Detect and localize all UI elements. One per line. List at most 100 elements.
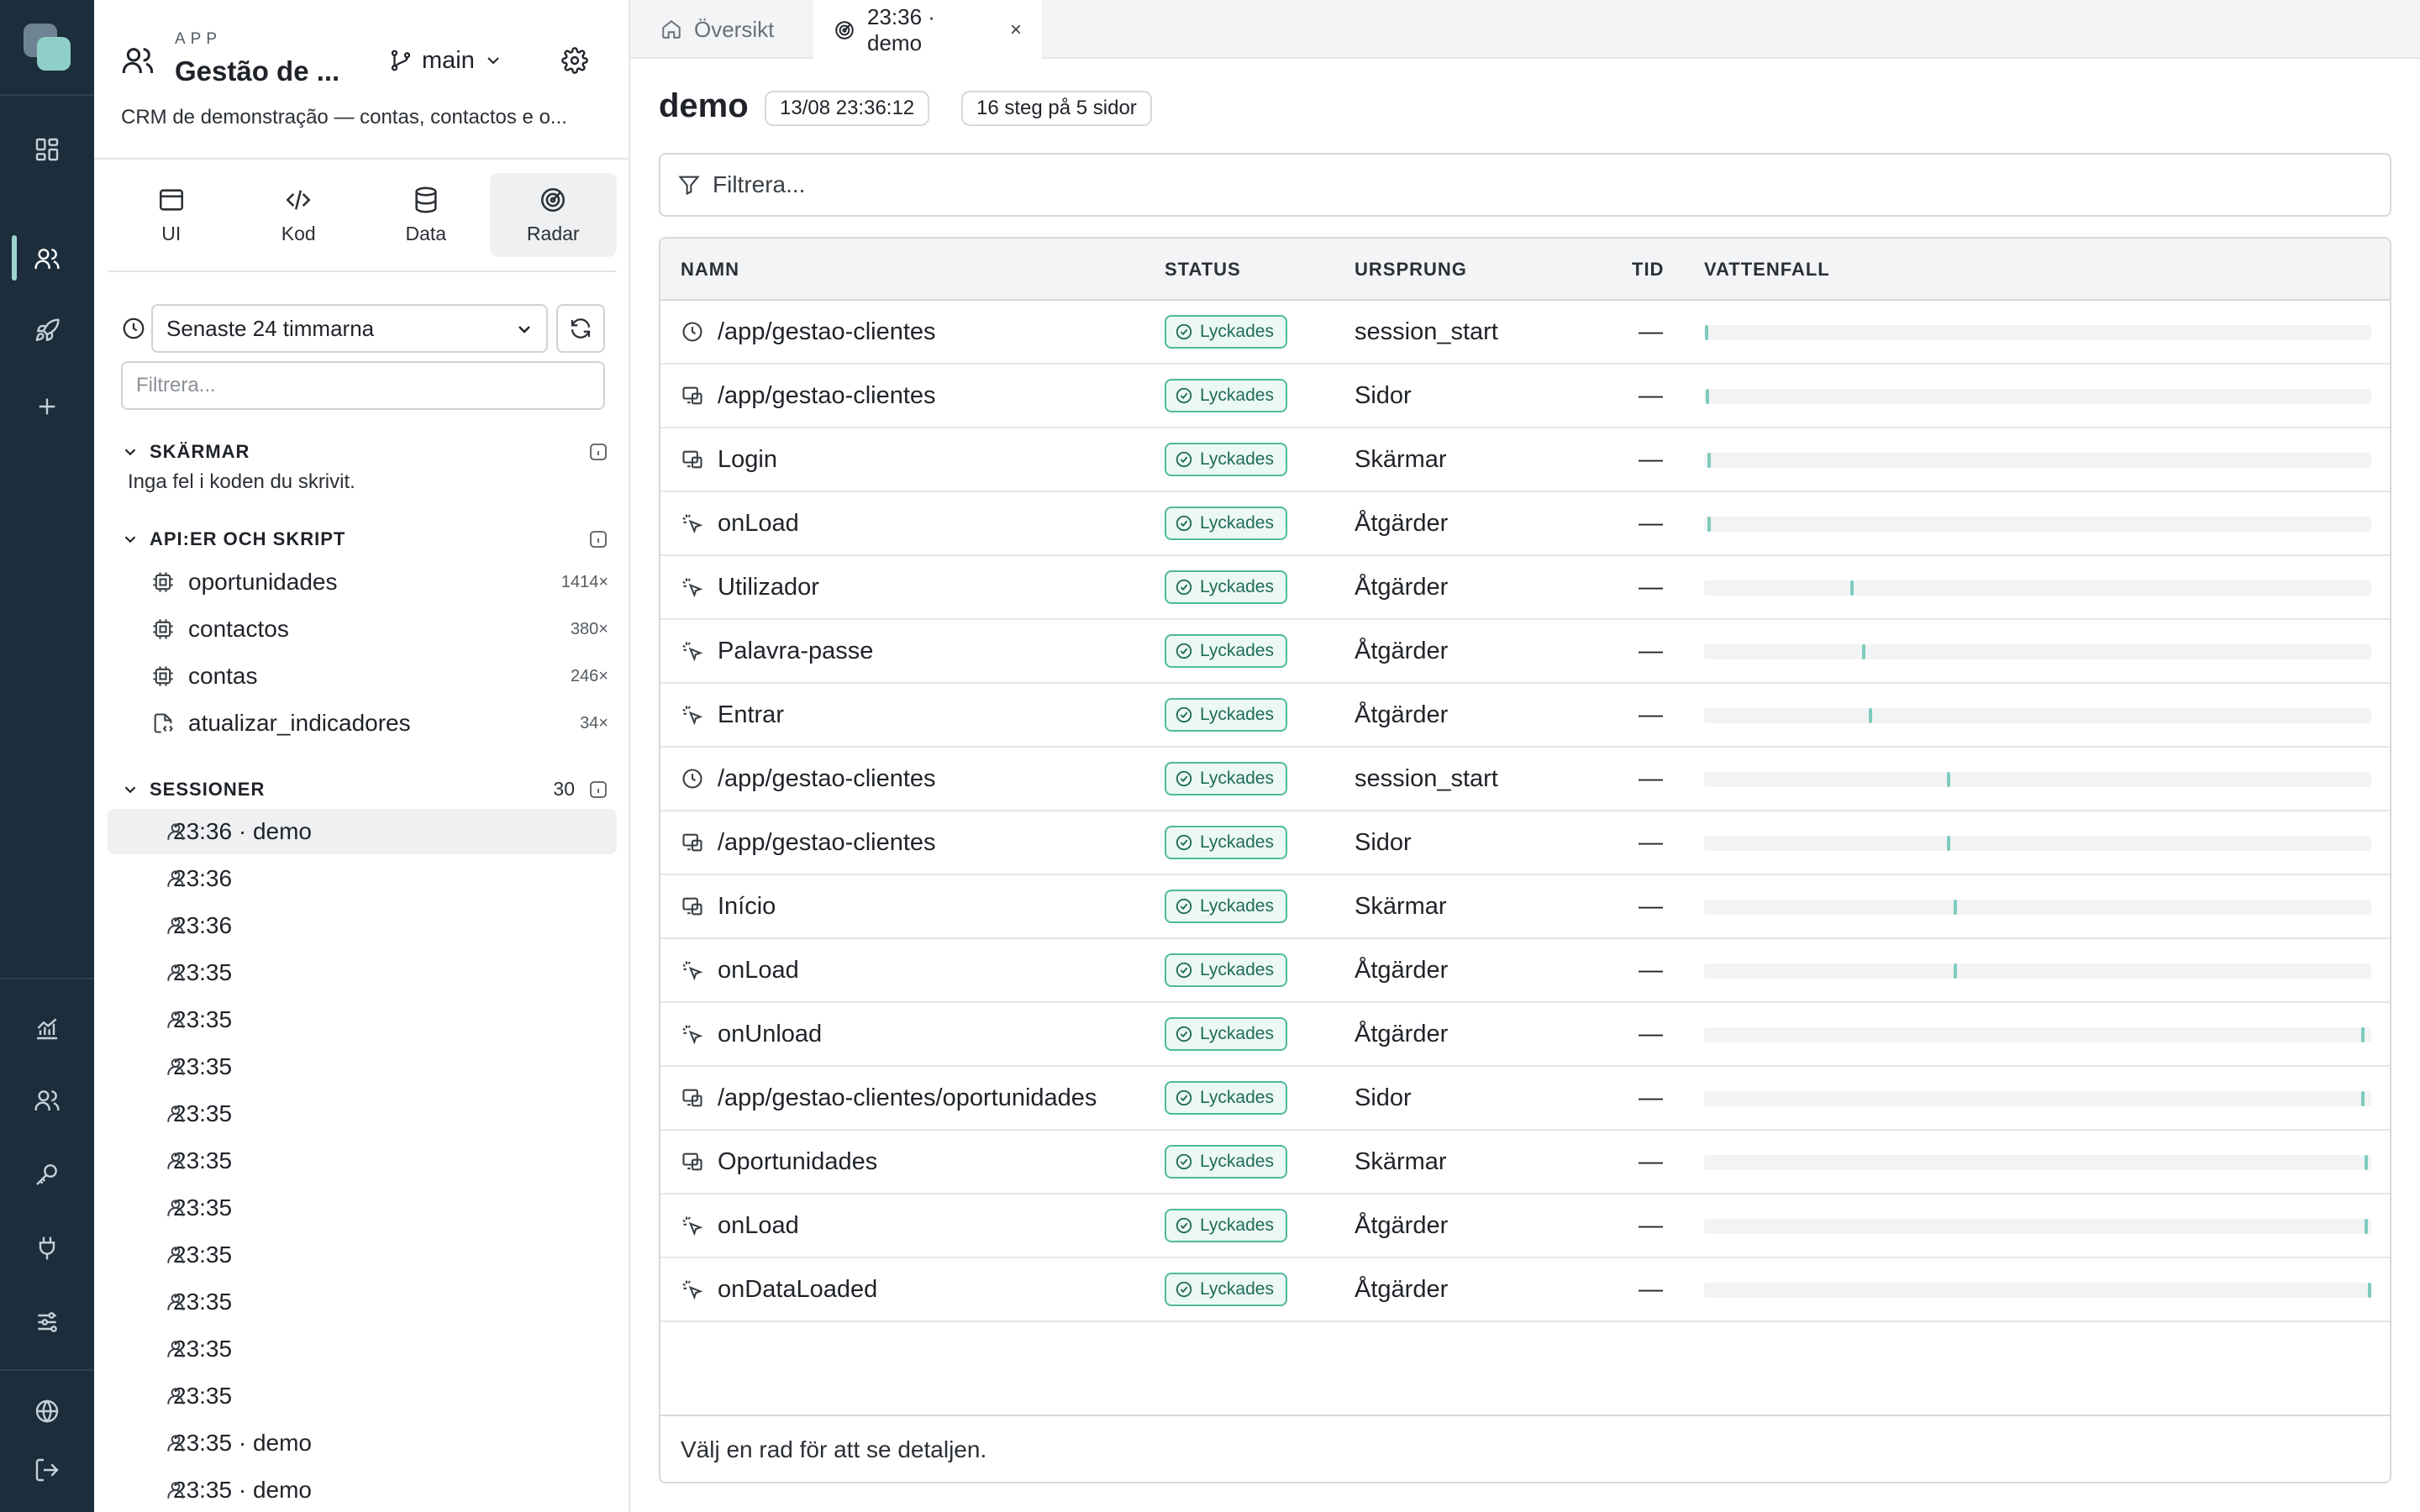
table-row[interactable]: Entrar Lyckades Åtgärder —	[660, 684, 2390, 748]
plus-icon[interactable]	[24, 383, 71, 430]
mode-ui[interactable]: UI	[108, 173, 235, 257]
check-circle-icon	[1175, 961, 1200, 979]
row-origin: Åtgärder	[1355, 573, 1449, 601]
api-item[interactable]: contas 246×	[151, 655, 608, 697]
table-row[interactable]: /app/gestao-clientes/oportunidades Lyckad…	[660, 1067, 2390, 1131]
column-header-time[interactable]: TID	[1632, 259, 1664, 281]
table-row[interactable]: Login Lyckades Skärmar —	[660, 428, 2390, 492]
session-item[interactable]: 23:35	[108, 1326, 617, 1372]
session-item[interactable]: 23:35	[108, 1232, 617, 1278]
table-row[interactable]: /app/gestao-clientes Lyckades session_star…	[660, 301, 2390, 365]
app-title[interactable]: Gestão de ...	[175, 55, 339, 87]
session-item[interactable]: 23:35	[108, 950, 617, 995]
table-row[interactable]: onUnload Lyckades Åtgärder —	[660, 1003, 2390, 1067]
table-row[interactable]: Oportunidades Lyckades Skärmar —	[660, 1131, 2390, 1194]
row-name: /app/gestao-clientes	[681, 365, 936, 427]
chart-icon[interactable]	[24, 1005, 71, 1052]
tab-label: Översikt	[694, 16, 775, 42]
table-row[interactable]: onLoad Lyckades Åtgärder —	[660, 492, 2390, 556]
gear-icon[interactable]	[556, 42, 593, 79]
table-row[interactable]: Utilizador Lyckades Åtgärder —	[660, 556, 2390, 620]
api-item[interactable]: atualizar_indicadores 34×	[151, 702, 608, 744]
refresh-button[interactable]	[556, 304, 605, 353]
chevron-down-icon	[514, 319, 534, 339]
session-item[interactable]: 23:36	[108, 856, 617, 901]
waterfall-track	[1704, 389, 2371, 404]
column-header-status[interactable]: STATUS	[1165, 259, 1241, 281]
session-item[interactable]: 23:35	[108, 997, 617, 1042]
plug-icon[interactable]	[24, 1225, 71, 1272]
tab-overview[interactable]: Översikt	[644, 0, 791, 59]
table-row[interactable]: /app/gestao-clientes Lyckades session_star…	[660, 748, 2390, 811]
session-item[interactable]: 23:35	[108, 1279, 617, 1325]
time-range-select[interactable]: Senaste 24 timmarna	[151, 304, 548, 353]
rocket-icon[interactable]	[24, 307, 71, 354]
logo[interactable]	[24, 24, 71, 71]
status-badge: Lyckades	[1165, 1273, 1287, 1306]
session-item[interactable]: 23:35	[108, 1138, 617, 1184]
section-sessions-header[interactable]: SESSIONER 30	[121, 776, 608, 803]
team-icon[interactable]	[24, 1077, 71, 1124]
sliders-icon[interactable]	[24, 1299, 71, 1346]
section-apis-header[interactable]: API:ER OCH SKRIPT	[121, 526, 608, 553]
table-row[interactable]: Palavra-passe Lyckades Åtgärder —	[660, 620, 2390, 684]
row-name-text: /app/gestao-clientes/oportunidades	[718, 1084, 1097, 1111]
table-row[interactable]: /app/gestao-clientes Lyckades Sidor —	[660, 365, 2390, 428]
dashboard-icon[interactable]	[24, 126, 71, 173]
row-origin: Skärmar	[1355, 1147, 1447, 1175]
info-icon[interactable]	[588, 529, 608, 549]
mode-code[interactable]: Kod	[235, 173, 363, 257]
close-icon[interactable]: ×	[1010, 18, 1022, 42]
app-kicker: APP	[175, 30, 223, 48]
check-circle-icon	[1175, 386, 1200, 405]
mode-data[interactable]: Data	[362, 173, 490, 257]
table-row[interactable]: Início Lyckades Skärmar —	[660, 875, 2390, 939]
row-name: onLoad	[681, 939, 799, 1001]
session-item[interactable]: 23:35 · demo	[108, 1420, 617, 1466]
waterfall-track	[1704, 1155, 2371, 1170]
column-header-name[interactable]: NAMN	[681, 259, 739, 281]
status-badge: Lyckades	[1165, 890, 1287, 923]
mode-label: Data	[405, 222, 447, 244]
page-icon	[681, 831, 718, 854]
section-screens-header[interactable]: SKÄRMAR	[121, 438, 608, 465]
logout-icon[interactable]	[24, 1446, 71, 1494]
session-item[interactable]: 23:35 · demo	[108, 1467, 617, 1512]
info-icon[interactable]	[588, 442, 608, 462]
check-circle-icon	[1175, 514, 1200, 533]
api-item[interactable]: contactos 380×	[151, 608, 608, 650]
mode-radar[interactable]: Radar	[489, 173, 617, 257]
row-name-text: Login	[718, 445, 777, 473]
column-header-waterfall[interactable]: VATTENFALL	[1704, 259, 1830, 281]
api-item[interactable]: oportunidades 1414×	[151, 561, 608, 603]
branch-selector[interactable]: main	[388, 42, 503, 79]
waterfall-track	[1704, 1219, 2371, 1234]
session-item[interactable]: 23:35	[108, 1091, 617, 1137]
table-row[interactable]: onLoad Lyckades Åtgärder —	[660, 1194, 2390, 1258]
api-count: 1414×	[560, 572, 608, 591]
info-icon[interactable]	[588, 780, 608, 800]
row-name: /app/gestao-clientes/oportunidades	[681, 1067, 1097, 1129]
page-icon	[681, 448, 718, 471]
waterfall-mark	[2361, 1027, 2365, 1042]
table-row[interactable]: onDataLoaded Lyckades Åtgärder —	[660, 1258, 2390, 1322]
column-header-origin[interactable]: URSPRUNG	[1355, 259, 1467, 281]
status-text: Lyckades	[1200, 960, 1274, 979]
api-label: contactos	[188, 616, 289, 642]
session-item[interactable]: 23:36 · demo	[108, 809, 617, 854]
table-row[interactable]: onLoad Lyckades Åtgärder —	[660, 939, 2390, 1003]
globe-icon[interactable]	[24, 1388, 71, 1435]
session-item[interactable]: 23:36	[108, 903, 617, 948]
key-icon[interactable]	[24, 1151, 71, 1198]
main-filter[interactable]	[659, 153, 2391, 217]
tab-session[interactable]: 23:36 · demo ×	[813, 0, 1042, 60]
session-item[interactable]: 23:35	[108, 1044, 617, 1089]
main-filter-input[interactable]	[713, 171, 2309, 198]
sidebar-filter-input[interactable]	[121, 361, 605, 410]
users-icon[interactable]	[24, 235, 71, 282]
session-item[interactable]: 23:35	[108, 1185, 617, 1231]
session-item[interactable]: 23:35	[108, 1373, 617, 1419]
status-text: Lyckades	[1200, 1088, 1274, 1107]
table-row[interactable]: /app/gestao-clientes Lyckades Sidor —	[660, 811, 2390, 875]
status-badge: Lyckades	[1165, 507, 1287, 540]
